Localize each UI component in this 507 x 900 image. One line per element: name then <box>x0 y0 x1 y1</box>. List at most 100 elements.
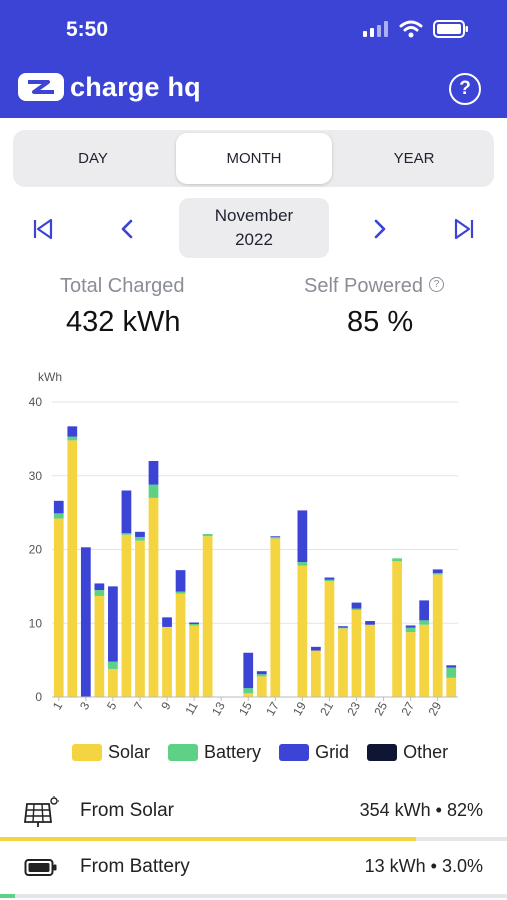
total-charged-label: Total Charged <box>60 275 185 297</box>
bar-grid-day-30 <box>446 665 457 668</box>
bar-solar-day-4 <box>94 595 105 697</box>
brand-name: charge hq <box>70 71 201 102</box>
battery-icon <box>24 859 57 876</box>
bar-grid-day-9 <box>162 617 172 627</box>
help-button[interactable]: ? <box>449 73 481 105</box>
bar-solar-day-6 <box>121 534 132 697</box>
y-tick-label: 10 <box>29 616 43 630</box>
legend-label: Grid <box>315 742 350 762</box>
x-tick-label: 17 <box>263 699 282 718</box>
status-icons <box>363 20 469 38</box>
bar-solar-day-12 <box>202 536 213 697</box>
x-tick-label: 5 <box>104 699 120 712</box>
x-tick-label: 9 <box>158 699 174 712</box>
logo-icon <box>18 73 64 101</box>
bar-battery-day-4 <box>94 590 105 596</box>
bar-grid-day-27 <box>405 625 416 628</box>
bar-battery-day-6 <box>121 533 132 535</box>
bar-battery-day-28 <box>419 620 430 625</box>
legend-item-other: Other <box>367 742 448 763</box>
bar-solar-day-11 <box>189 625 199 697</box>
source-row-battery[interactable]: From Battery 13 kWh • 3.0% <box>0 842 507 894</box>
source-solar-label: From Solar <box>80 800 174 821</box>
bar-battery-day-5 <box>108 661 118 669</box>
tab-day[interactable]: DAY <box>13 130 173 187</box>
bar-grid-day-2 <box>67 426 78 437</box>
self-powered-text: Self Powered <box>304 275 423 297</box>
status-time: 5:50 <box>66 18 109 41</box>
bar-grid-day-11 <box>189 622 199 624</box>
legend-label: Other <box>403 742 449 762</box>
next-period-button[interactable] <box>363 212 397 246</box>
bar-solar-day-8 <box>148 497 159 697</box>
period-selector[interactable]: November 2022 <box>179 198 329 258</box>
bar-grid-day-28 <box>419 600 430 621</box>
solar-progress-fill <box>0 837 416 841</box>
x-tick-label: 15 <box>236 699 255 718</box>
bar-solar-day-17 <box>270 538 281 697</box>
y-tick-label: 20 <box>29 543 43 557</box>
bar-battery-day-15 <box>243 688 254 694</box>
bar-solar-day-19 <box>297 565 308 697</box>
bar-battery-day-21 <box>324 579 335 582</box>
bar-solar-day-16 <box>256 676 267 697</box>
signal-icon <box>363 21 388 37</box>
bar-solar-day-21 <box>324 581 335 697</box>
bar-grid-day-10 <box>175 570 186 592</box>
bar-battery-day-11 <box>189 623 199 626</box>
y-tick-label: 30 <box>29 469 43 483</box>
app-header: charge hq ? <box>0 62 507 118</box>
self-powered-help-icon[interactable]: ? <box>428 277 444 292</box>
source-row-solar[interactable]: From Solar 354 kWh • 82% <box>0 786 507 838</box>
bar-grid-day-6 <box>121 490 132 534</box>
legend-swatch <box>168 744 199 761</box>
bar-grid-day-21 <box>324 577 335 580</box>
previous-period-button[interactable] <box>110 212 144 246</box>
battery-progress-fill <box>0 894 16 898</box>
x-tick-label: 23 <box>344 699 363 718</box>
chevron-right-icon <box>374 219 386 239</box>
y-tick-label: 0 <box>35 690 42 704</box>
bar-solar-day-5 <box>108 668 118 697</box>
tab-year[interactable]: YEAR <box>334 130 494 187</box>
bar-grid-day-24 <box>365 621 375 625</box>
solar-panel-icon <box>24 796 59 827</box>
x-tick-label: 7 <box>131 699 147 712</box>
legend-label: Battery <box>204 742 262 762</box>
skip-first-icon <box>33 218 53 240</box>
bar-grid-day-19 <box>297 510 308 563</box>
status-bar: 5:50 <box>0 0 507 62</box>
x-tick-label: 29 <box>425 699 444 718</box>
solar-progress-track <box>0 837 507 841</box>
x-tick-label: 19 <box>290 699 309 718</box>
bar-solar-day-27 <box>405 632 416 697</box>
bar-battery-day-7 <box>135 536 145 541</box>
bar-battery-day-10 <box>175 591 186 594</box>
y-tick-label: 40 <box>29 395 43 409</box>
period-month: November <box>214 206 294 225</box>
total-charged-value: 432 kWh <box>66 306 181 338</box>
tab-month[interactable]: MONTH <box>176 133 332 184</box>
bar-grid-day-4 <box>94 583 105 591</box>
wifi-icon <box>399 20 423 38</box>
bar-battery-day-17 <box>270 536 281 539</box>
x-tick-label: 27 <box>398 699 417 718</box>
source-battery-label: From Battery <box>80 856 190 877</box>
bar-solar-day-22 <box>338 628 348 697</box>
last-period-button[interactable] <box>447 212 481 246</box>
bar-grid-day-29 <box>432 569 443 574</box>
bar-battery-day-8 <box>148 484 159 498</box>
bar-battery-day-30 <box>446 667 457 678</box>
bar-solar-day-9 <box>162 626 172 697</box>
bar-battery-day-27 <box>405 627 416 633</box>
x-tick-label: 25 <box>371 699 390 718</box>
bar-grid-day-23 <box>351 602 362 609</box>
first-period-button[interactable] <box>26 212 60 246</box>
bar-solar-day-26 <box>392 561 402 697</box>
bar-battery-day-19 <box>297 562 308 566</box>
legend-label: Solar <box>108 742 151 762</box>
bar-battery-day-22 <box>338 627 348 629</box>
bar-grid-day-16 <box>256 671 267 675</box>
period-year: 2022 <box>235 230 273 249</box>
bar-solar-day-7 <box>135 540 145 697</box>
